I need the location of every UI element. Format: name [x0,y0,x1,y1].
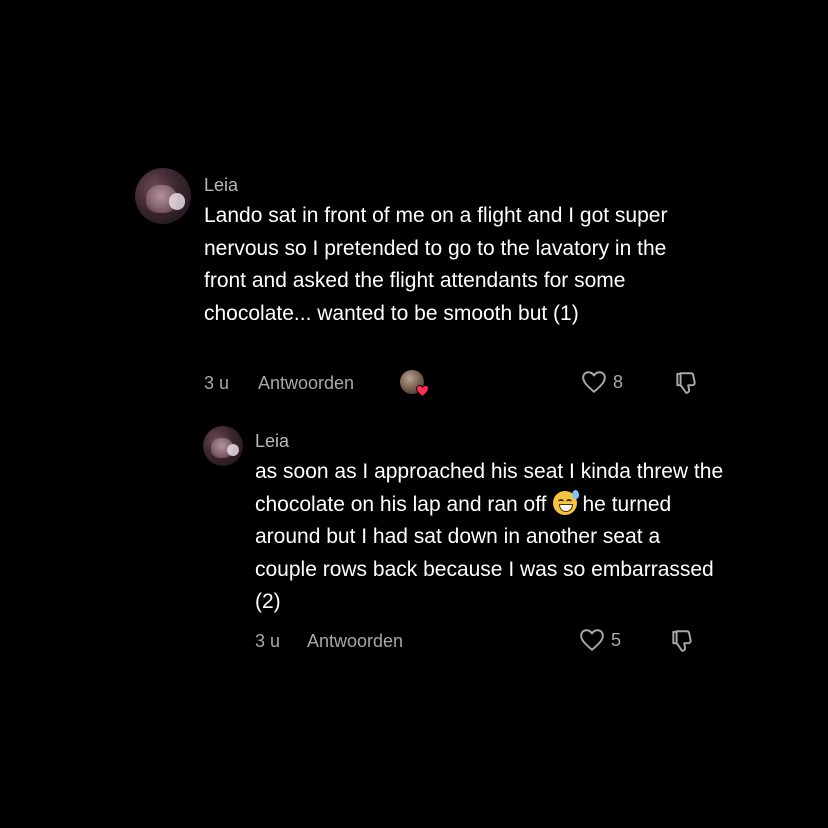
thumbs-down-icon [672,630,692,652]
like-count: 5 [611,629,622,650]
dislike-button[interactable] [669,628,695,659]
reply-text: as soon as I approached his seat I kinda… [255,456,725,619]
reply-timestamp: 3 u [255,631,281,651]
avatar-photo-detail [227,444,239,456]
thumbs-down-icon [676,372,696,394]
like-button[interactable]: 8 [581,370,623,394]
heart-outline-icon [580,629,604,651]
creator-liked-badge [400,370,429,397]
comment-username[interactable]: Leia [204,174,238,196]
reply-username[interactable]: Leia [255,430,289,452]
reply-button[interactable]: Antwoorden [307,630,403,652]
like-button[interactable]: 5 [579,628,621,652]
avatar-photo-detail [168,193,186,210]
dislike-button[interactable] [673,370,699,401]
avatar[interactable] [135,168,191,224]
reply-button[interactable]: Antwoorden [258,372,354,394]
like-count: 8 [613,371,624,392]
avatar[interactable] [203,426,243,466]
comment-text: Lando sat in front of me on a flight and… [204,204,668,325]
sweat-smile-emoji [552,489,579,515]
creator-heart-icon [416,385,429,397]
heart-outline-icon [582,371,606,393]
comment-timestamp: 3 u [204,373,230,393]
